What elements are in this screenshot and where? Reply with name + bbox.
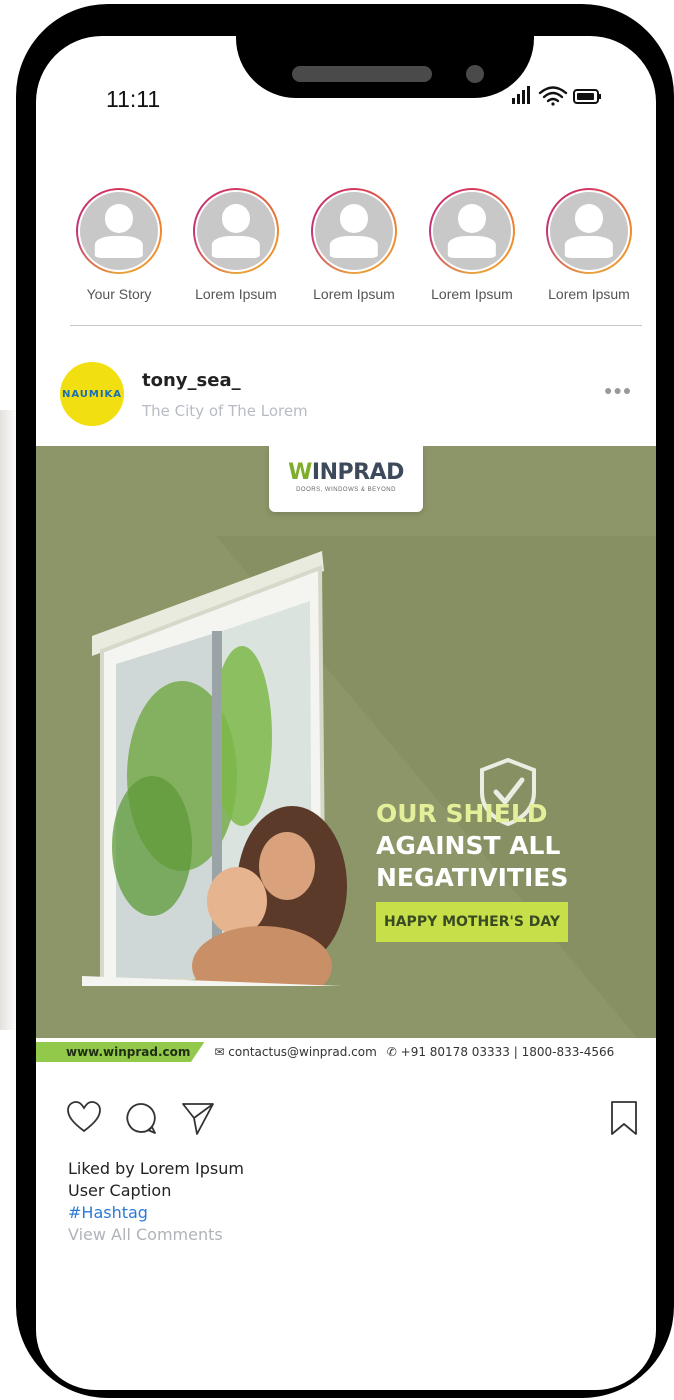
user-caption: User Caption (68, 1181, 172, 1200)
phone-frame: 11:11 Your Story Lorem Ipsum Lorem Ipsum… (16, 4, 674, 1398)
status-icons (512, 84, 622, 108)
story-label: Lorem Ipsum (548, 286, 630, 302)
stories-divider (70, 325, 642, 326)
status-time: 11:11 (106, 86, 161, 112)
story-ring (311, 188, 397, 274)
heart-icon[interactable] (66, 1100, 102, 1136)
story-ring (429, 188, 515, 274)
story-item[interactable]: Lorem Ipsum (295, 188, 413, 302)
mothers-day-badge: HAPPY MOTHER'S DAY (376, 902, 569, 942)
tagline-line-3: NEGATIVITIES (376, 863, 569, 892)
hashtag-link[interactable]: #Hashtag (68, 1202, 244, 1224)
story-item[interactable]: Your Story (60, 188, 178, 302)
story-ring (193, 188, 279, 274)
window-illustration (82, 551, 347, 986)
footer-website: www.winprad.com (36, 1042, 205, 1062)
notch (236, 36, 534, 98)
post-username[interactable]: tony_sea_ (142, 370, 241, 391)
front-camera (466, 65, 484, 83)
bookmark-icon[interactable] (606, 1100, 642, 1136)
battery-icon (573, 89, 601, 104)
brand-logo: WINPRAD DOORS, WINDOWS & BEYOND (269, 446, 423, 512)
story-label: Lorem Ipsum (431, 286, 513, 302)
tagline-line-2: AGAINST ALL (376, 831, 561, 860)
stories-bar: Your Story Lorem Ipsum Lorem Ipsum Lorem… (60, 188, 656, 338)
story-item[interactable]: Lorem Ipsum (177, 188, 295, 302)
story-label: Your Story (86, 286, 152, 302)
story-ring (76, 188, 162, 274)
footer-email: ✉ contactus@winprad.com (214, 1045, 377, 1059)
story-ring (546, 188, 632, 274)
avatar-placeholder-icon (197, 192, 275, 270)
contact-strip: www.winprad.com ✉ contactus@winprad.com … (36, 1038, 656, 1066)
story-label: Lorem Ipsum (313, 286, 395, 302)
tagline-line-1: OUR SHIELD (376, 799, 548, 828)
avatar-placeholder-icon (433, 192, 511, 270)
signal-icon (512, 86, 530, 104)
avatar-placeholder-icon (550, 192, 628, 270)
avatar-logo-text: NAUMIKA (61, 388, 123, 400)
post-caption-block: Liked by Lorem Ipsum User Caption #Hasht… (68, 1158, 244, 1246)
post-location[interactable]: The City of The Lorem (142, 402, 308, 420)
wifi-icon (538, 86, 568, 106)
campaign-tagline: OUR SHIELD AGAINST ALL NEGATIVITIES HAPP… (376, 798, 636, 942)
logo-main: INPRAD (311, 460, 404, 485)
more-options-icon[interactable]: ●●● (604, 382, 631, 398)
avatar-placeholder-icon (315, 192, 393, 270)
avatar-placeholder-icon (80, 192, 158, 270)
story-item[interactable]: Lorem Ipsum (413, 188, 531, 302)
phone-screen: 11:11 Your Story Lorem Ipsum Lorem Ipsum… (36, 36, 656, 1390)
post-actions (66, 1100, 637, 1140)
liked-by-text[interactable]: Liked by Lorem Ipsum (68, 1158, 244, 1180)
view-all-comments-link[interactable]: View All Comments (68, 1224, 244, 1246)
footer-phone-text: +91 80178 03333 | 1800-833-4566 (400, 1045, 615, 1059)
footer-phone: ✆ +91 80178 03333 | 1800-833-4566 (386, 1045, 615, 1059)
logo-tagline: DOORS, WINDOWS & BEYOND (296, 487, 396, 493)
post-author-avatar[interactable]: NAUMIKA (60, 362, 124, 426)
post-image[interactable]: WINPRAD DOORS, WINDOWS & BEYOND OUR SHIE… (36, 446, 656, 1066)
footer-email-text: contactus@winprad.com (228, 1045, 377, 1059)
speaker-grille (292, 66, 432, 82)
logo-prefix: W (288, 460, 312, 485)
story-item[interactable]: Lorem Ipsum (530, 188, 648, 302)
story-label: Lorem Ipsum (195, 286, 277, 302)
share-icon[interactable] (180, 1100, 216, 1136)
comment-icon[interactable] (122, 1100, 158, 1136)
